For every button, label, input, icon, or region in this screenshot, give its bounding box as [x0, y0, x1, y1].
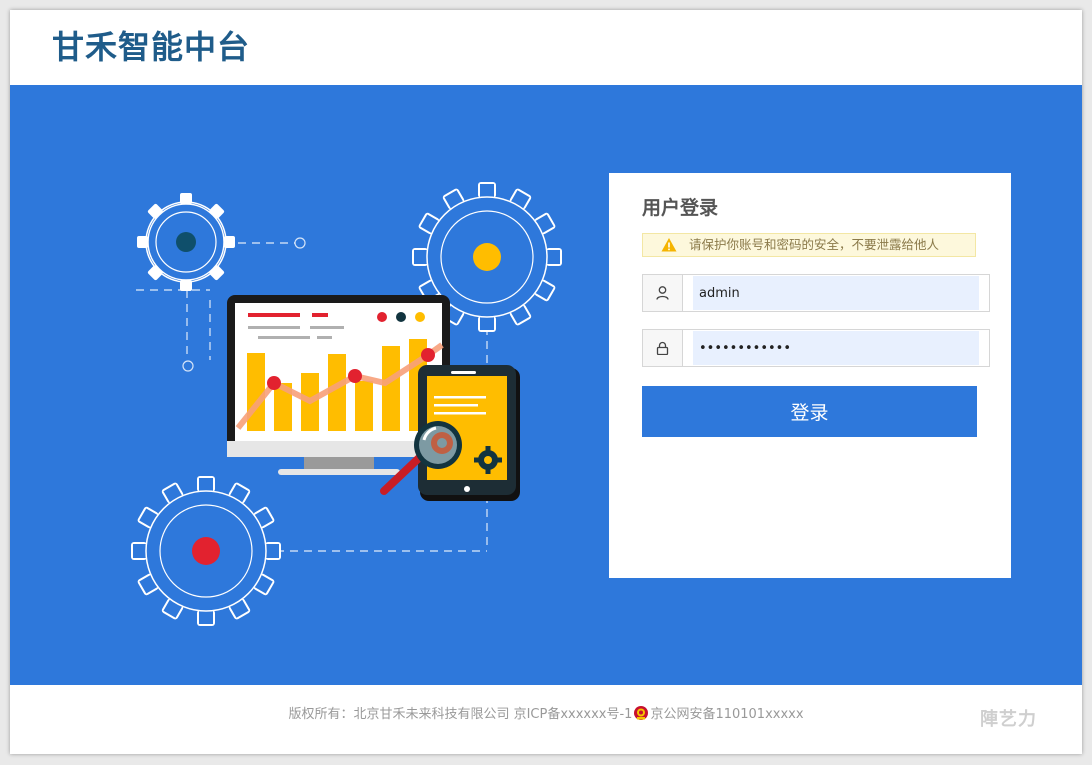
- app-title: 甘禾智能中台: [52, 28, 251, 66]
- username-addon: [643, 275, 683, 311]
- header: 甘禾智能中台: [10, 10, 1082, 85]
- gear-icon: [131, 476, 281, 626]
- connector-node: [294, 237, 306, 249]
- connector-node: [182, 360, 194, 372]
- password-addon: [643, 330, 683, 366]
- footer-line: 版权所有：北京甘禾未来科技有限公司 京ICP备xxxxxx号-1 京公网安备11…: [10, 703, 1082, 722]
- password-input[interactable]: [693, 331, 979, 365]
- footer: 版权所有：北京甘禾未来科技有限公司 京ICP备xxxxxx号-1 京公网安备11…: [10, 685, 1082, 754]
- police-badge-icon: [634, 706, 649, 720]
- police-record-link[interactable]: 京公网安备110101xxxxx: [650, 707, 803, 722]
- lock-icon: [656, 341, 669, 355]
- copyright-text: 版权所有：北京甘禾未来科技有限公司 京ICP备xxxxxx号-1: [288, 707, 633, 722]
- login-button[interactable]: 登录: [642, 386, 977, 437]
- warning-icon: [661, 238, 677, 252]
- username-input[interactable]: [693, 276, 979, 310]
- page-frame: 甘禾智能中台 用户登录 请保护你账号和密码的安全，不要泄露给他人 admin •…: [10, 10, 1082, 754]
- gear-icon: [137, 193, 235, 291]
- security-warning: 请保护你账号和密码的安全，不要泄露给他人: [642, 233, 976, 257]
- illustration: [131, 182, 562, 626]
- user-icon: [656, 286, 669, 300]
- login-title: 用户登录: [642, 197, 719, 219]
- main-banner: 用户登录 请保护你账号和密码的安全，不要泄露给他人 admin ••••••••…: [10, 85, 1082, 685]
- watermark-logo: 陣艺力: [980, 709, 1037, 730]
- warning-text: 请保护你账号和密码的安全，不要泄露给他人: [689, 237, 940, 252]
- login-panel: 用户登录 请保护你账号和密码的安全，不要泄露给他人 admin ••••••••…: [609, 173, 1011, 578]
- password-field: [642, 329, 990, 367]
- username-field: [642, 274, 990, 312]
